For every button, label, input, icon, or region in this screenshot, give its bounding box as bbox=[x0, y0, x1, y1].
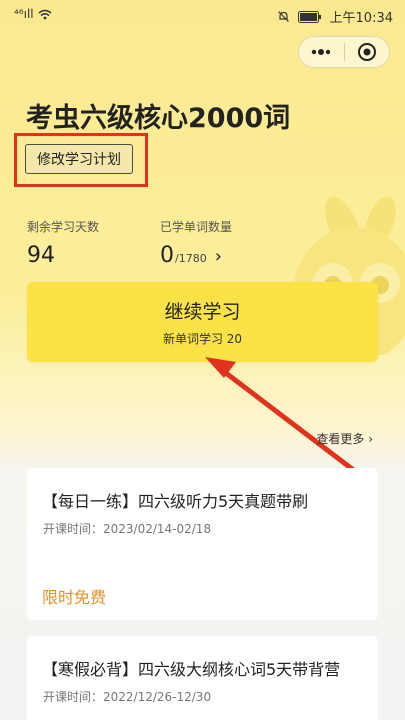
chevron-right-icon: › bbox=[214, 246, 222, 267]
course-card[interactable]: 【寒假必背】四六级大纲核心词5天带背营 开课时间：2022/12/26-12/3… bbox=[27, 636, 378, 720]
more-button[interactable] bbox=[299, 37, 344, 67]
battery-icon bbox=[297, 10, 321, 23]
course-title: 【寒假必背】四六级大纲核心词5天带背营 bbox=[42, 660, 341, 679]
book-title: 考虫六级核心2000词 bbox=[26, 103, 291, 134]
more-dots-icon bbox=[312, 49, 331, 55]
miniprogram-capsule bbox=[298, 36, 390, 68]
course-card[interactable]: 【每日一练】四六级听力5天真题带刷 开课时间：2023/02/14-02/18 … bbox=[27, 468, 378, 620]
remaining-days-label: 剩余学习天数 bbox=[27, 220, 100, 234]
course-date: 开课时间：2022/12/26-12/30 bbox=[43, 690, 212, 704]
remaining-days-value-row: 94 bbox=[27, 243, 99, 268]
continue-learning-label: 继续学习 bbox=[164, 301, 241, 323]
status-left: ⁴⁶ıll bbox=[14, 7, 52, 21]
see-more-link[interactable]: 查看更多 › bbox=[316, 430, 373, 447]
status-bar: ⁴⁶ıll 上午10:34 bbox=[0, 0, 405, 30]
status-right: 上午10:34 bbox=[277, 7, 393, 26]
status-time: 上午10:34 bbox=[329, 11, 393, 26]
course-date: 开课时间：2023/02/14-02/18 bbox=[43, 522, 212, 536]
close-miniprogram-button[interactable] bbox=[345, 37, 390, 67]
learned-words-stat[interactable]: 已学单词数量 0 /1780 › bbox=[160, 218, 232, 268]
learned-words-value: 0 bbox=[160, 243, 174, 268]
edit-plan-button[interactable]: 修改学习计划 bbox=[25, 144, 133, 174]
wifi-icon bbox=[38, 9, 52, 19]
mute-bell-icon bbox=[277, 11, 289, 22]
target-circle-icon bbox=[357, 43, 376, 61]
course-title: 【每日一练】四六级听力5天真题带刷 bbox=[42, 492, 309, 511]
continue-learning-button[interactable]: 继续学习 新单词学习 20 bbox=[27, 282, 378, 362]
remaining-days-stat: 剩余学习天数 94 bbox=[27, 218, 99, 268]
learned-words-value-row: 0 /1780 › bbox=[160, 243, 232, 268]
course-price-badge: 限时免费 bbox=[42, 588, 107, 607]
learned-words-total: /1780 bbox=[175, 252, 207, 265]
new-words-count: 新单词学习 20 bbox=[162, 332, 243, 346]
signal-icon: ⁴⁶ıll bbox=[14, 7, 34, 21]
remaining-days-value: 94 bbox=[27, 243, 55, 268]
learned-words-label: 已学单词数量 bbox=[160, 220, 233, 234]
